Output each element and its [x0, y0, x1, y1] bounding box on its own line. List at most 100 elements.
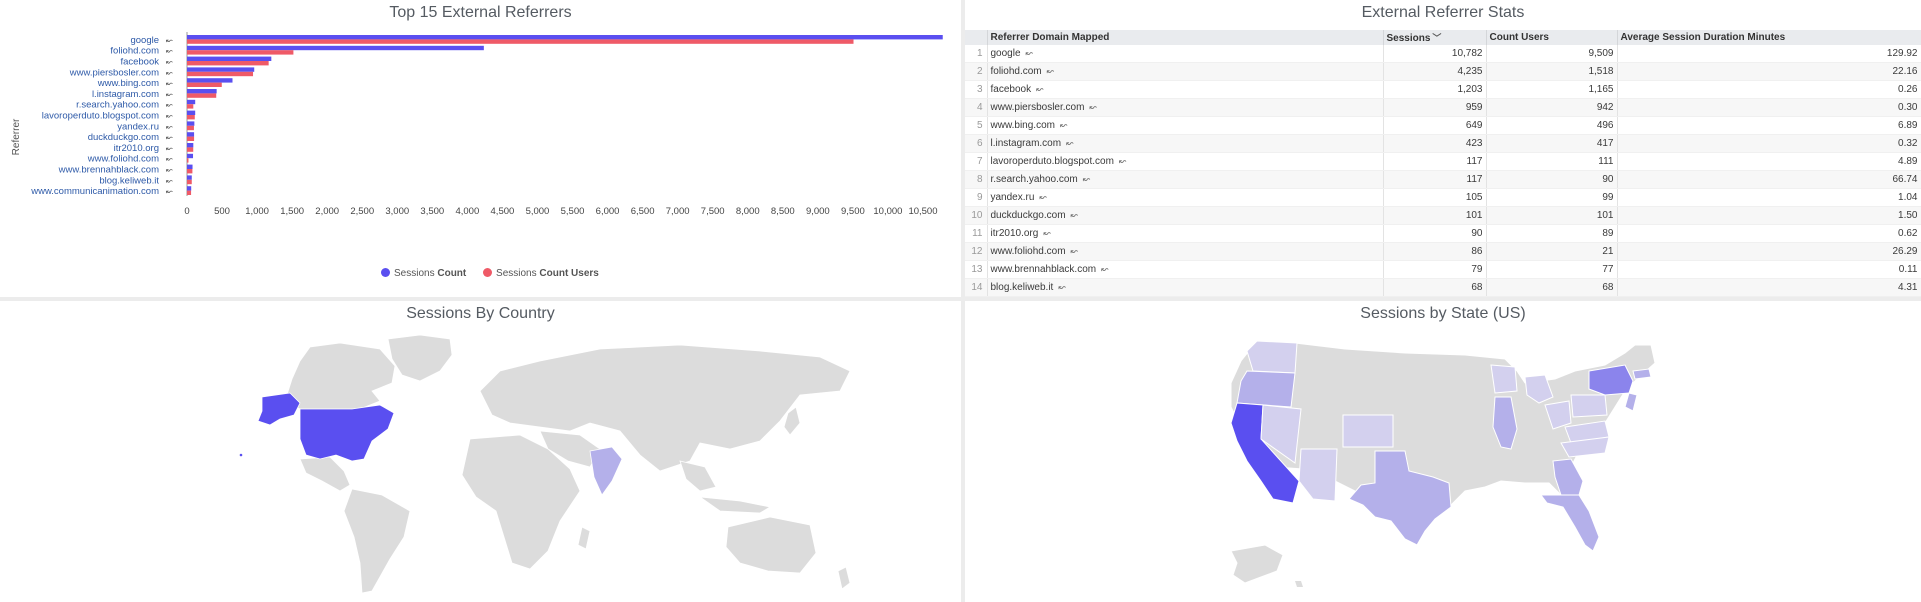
mexico-region[interactable]	[299, 456, 351, 492]
bar-count-users[interactable]	[187, 115, 195, 120]
bar-count-users[interactable]	[187, 136, 195, 141]
bar-sessions-count[interactable]	[187, 143, 194, 148]
bar-count-users[interactable]	[187, 169, 193, 174]
drill-link-icon[interactable]: ↜	[1083, 174, 1091, 184]
colorado-state[interactable]	[1342, 414, 1394, 448]
drill-link-icon[interactable]: ↜	[1119, 156, 1127, 166]
bar-count-users[interactable]	[187, 147, 194, 152]
domain-cell[interactable]: www.bing.com ↜	[987, 116, 1384, 135]
table-row[interactable]: 11 itr2010.org ↜ 90 89 0.62	[965, 224, 1921, 243]
washington-state[interactable]	[1246, 340, 1298, 374]
bar-count-users[interactable]	[187, 82, 222, 87]
drill-link-icon[interactable]: ↜	[166, 47, 173, 56]
domain-cell[interactable]: blog.keliweb.it ↜	[987, 278, 1384, 297]
table-row[interactable]: 4 www.piersbosler.com ↜ 959 942 0.30	[965, 98, 1921, 117]
arizona-state[interactable]	[1298, 448, 1338, 502]
bar-sessions-count[interactable]	[187, 45, 484, 51]
bar-sessions-count[interactable]	[187, 121, 195, 126]
madagascar-region[interactable]	[577, 526, 591, 550]
drill-link-icon[interactable]: ↜	[1060, 120, 1068, 130]
sort-descending-icon[interactable]: ﹀	[1432, 33, 1441, 43]
new-jersey-state[interactable]	[1624, 392, 1638, 412]
bar-sessions-count[interactable]	[187, 67, 255, 72]
domain-cell[interactable]: www.brennahblack.com ↜	[987, 260, 1384, 279]
table-row[interactable]: 5 www.bing.com ↜ 649 496 6.89	[965, 116, 1921, 135]
category-label[interactable]: www.bing.com	[97, 78, 159, 89]
drill-link-icon[interactable]: ↜	[166, 101, 173, 110]
usa-region[interactable]	[299, 404, 395, 462]
table-row[interactable]: 8 r.search.yahoo.com ↜ 117 90 66.74	[965, 170, 1921, 189]
category-label[interactable]: www.brennahblack.com	[58, 165, 159, 176]
drill-link-icon[interactable]: ↜	[166, 90, 173, 99]
drill-link-icon[interactable]: ↜	[166, 79, 173, 88]
category-label[interactable]: itr2010.org	[114, 143, 159, 154]
legend-item-count-users[interactable]: Sessions Count Users	[483, 268, 599, 279]
table-row[interactable]: 1 google ↜ 10,782 9,509 129.92	[965, 45, 1921, 63]
table-row[interactable]: 9 yandex.ru ↜ 105 99 1.04	[965, 188, 1921, 207]
bar-count-users[interactable]	[187, 190, 192, 195]
australia-region[interactable]	[725, 516, 817, 574]
domain-cell[interactable]: facebook ↜	[987, 80, 1384, 99]
drill-link-icon[interactable]: ↜	[166, 133, 173, 142]
drill-link-icon[interactable]: ↜	[1036, 84, 1044, 94]
domain-cell[interactable]: foliohd.com ↜	[987, 62, 1384, 81]
bar-count-users[interactable]	[187, 158, 189, 163]
drill-link-icon[interactable]: ↜	[1089, 102, 1097, 112]
drill-link-icon[interactable]: ↜	[166, 112, 173, 121]
table-row[interactable]: 6 l.instagram.com ↜ 423 417 0.32	[965, 134, 1921, 153]
bar-sessions-count[interactable]	[187, 153, 194, 159]
bar-count-users[interactable]	[187, 71, 254, 77]
alaska-region[interactable]	[257, 392, 301, 426]
bar-count-users[interactable]	[187, 93, 217, 98]
bar-sessions-count[interactable]	[187, 78, 233, 83]
bar-count-users[interactable]	[187, 179, 192, 185]
category-label[interactable]: blog.keliweb.it	[99, 175, 159, 186]
massachusetts-state[interactable]	[1632, 368, 1652, 380]
column-header-count-users[interactable]: Count Users	[1486, 30, 1618, 45]
domain-cell[interactable]: itr2010.org ↜	[987, 224, 1384, 243]
category-label[interactable]: yandex.ru	[117, 121, 159, 132]
bar-sessions-count[interactable]	[187, 175, 192, 180]
category-label[interactable]: foliohd.com	[110, 46, 159, 57]
bar-sessions-count[interactable]	[187, 89, 217, 94]
drill-link-icon[interactable]: ↜	[1101, 264, 1109, 274]
column-header-domain[interactable]: Referrer Domain Mapped	[987, 30, 1384, 45]
drill-link-icon[interactable]: ↜	[166, 36, 173, 45]
oregon-state[interactable]	[1236, 370, 1296, 408]
table-row[interactable]: 3 facebook ↜ 1,203 1,165 0.26	[965, 80, 1921, 99]
alaska-state[interactable]	[1230, 544, 1284, 584]
bar-count-users[interactable]	[187, 125, 194, 131]
bar-sessions-count[interactable]	[187, 35, 943, 40]
bar-count-users[interactable]	[187, 39, 854, 44]
column-header-avg-duration[interactable]: Average Session Duration Minutes	[1617, 30, 1921, 45]
column-header-sessions[interactable]: Sessions ﹀	[1383, 30, 1487, 45]
table-row[interactable]: 13 www.brennahblack.com ↜ 79 77 0.11	[965, 260, 1921, 279]
domain-cell[interactable]: yandex.ru ↜	[987, 188, 1384, 207]
new-zealand-region[interactable]	[837, 566, 851, 590]
category-label[interactable]: google	[130, 35, 159, 46]
category-label[interactable]: duckduckgo.com	[88, 132, 159, 143]
category-label[interactable]: www.foliohd.com	[87, 154, 159, 165]
drill-link-icon[interactable]: ↜	[166, 176, 173, 185]
bar-sessions-count[interactable]	[187, 132, 195, 137]
table-row[interactable]: 2 foliohd.com ↜ 4,235 1,518 22.16	[965, 62, 1921, 81]
legend-item-sessions-count[interactable]: Sessions Count	[381, 268, 469, 279]
florida-state[interactable]	[1540, 494, 1600, 552]
drill-link-icon[interactable]: ↜	[1071, 246, 1079, 256]
domain-cell[interactable]: lavoroperduto.blogspot.com ↜	[987, 152, 1384, 171]
category-label[interactable]: www.piersbosler.com	[69, 67, 159, 78]
drill-link-icon[interactable]: ↜	[166, 122, 173, 131]
drill-link-icon[interactable]: ↜	[166, 58, 173, 67]
bar-sessions-count[interactable]	[187, 186, 192, 191]
table-row[interactable]: 12 www.foliohd.com ↜ 86 21 26.29	[965, 242, 1921, 261]
bar-count-users[interactable]	[187, 104, 194, 109]
southeast-asia-region[interactable]	[679, 460, 717, 492]
drill-link-icon[interactable]: ↜	[1039, 192, 1047, 202]
hawaii-state[interactable]	[1295, 581, 1303, 587]
drill-link-icon[interactable]: ↜	[1058, 282, 1066, 292]
table-row[interactable]: 10 duckduckgo.com ↜ 101 101 1.50	[965, 206, 1921, 225]
drill-link-icon[interactable]: ↜	[1066, 138, 1074, 148]
bar-count-users[interactable]	[187, 50, 294, 55]
canada-region[interactable]	[284, 342, 396, 410]
hawaii-region[interactable]	[239, 453, 243, 457]
